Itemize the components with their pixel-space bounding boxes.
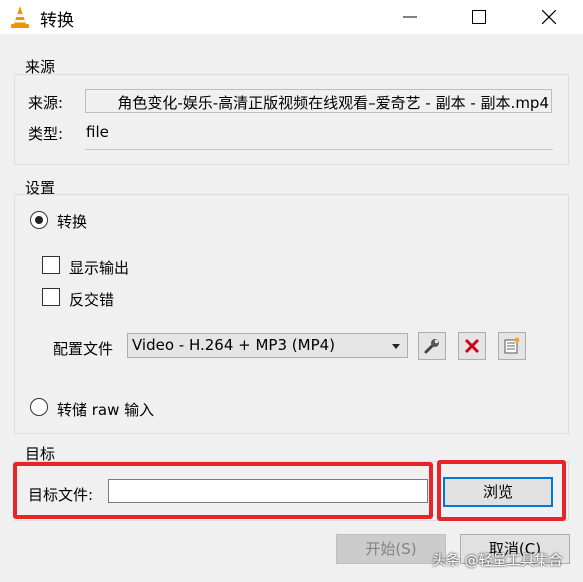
watermark-text: 头条 @轻量工具集合 (432, 553, 563, 569)
source-path-field[interactable]: 角色变化-娱乐-高清正版视频在线观看–爱奇艺 - 副本 - 副本.mp4 (85, 89, 552, 113)
dropdown-arrow-icon (392, 344, 400, 349)
profile-select[interactable]: Video - H.264 + MP3 (MP4) (127, 333, 408, 358)
radio-selected-dot (35, 216, 43, 224)
dump-raw-label: 转储 raw 输入 (57, 401, 155, 419)
delete-x-icon (464, 338, 480, 354)
deinterlace-checkbox[interactable] (42, 288, 60, 306)
wrench-icon (424, 339, 439, 354)
new-profile-button[interactable] (498, 332, 526, 360)
maximize-icon (472, 10, 486, 24)
convert-label: 转换 (57, 213, 88, 231)
new-profile-list-icon (504, 337, 520, 354)
start-button[interactable]: 开始(S) (336, 534, 446, 564)
show-output-checkbox[interactable] (42, 256, 60, 274)
close-button[interactable] (526, 0, 572, 34)
source-group (14, 74, 569, 165)
highlight-browse-box (437, 460, 566, 521)
profile-label: 配置文件 (53, 340, 114, 358)
source-separator (85, 149, 553, 150)
highlight-destination-box (13, 462, 433, 519)
profile-selected-value: Video - H.264 + MP3 (MP4) (132, 336, 336, 354)
settings-group (14, 194, 569, 434)
show-output-label: 显示输出 (69, 259, 130, 277)
title-bar: 转换 (0, 0, 583, 34)
maximize-button[interactable] (456, 0, 502, 34)
settings-group-title: 设置 (25, 179, 56, 197)
delete-profile-button[interactable] (458, 332, 486, 360)
convert-radio[interactable] (30, 211, 48, 229)
edit-profile-button[interactable] (418, 332, 446, 360)
window-title: 转换 (40, 11, 74, 31)
source-path-text: 角色变化-娱乐-高清正版视频在线观看–爱奇艺 - 副本 - 副本.mp4 (117, 94, 549, 112)
dump-raw-radio[interactable] (30, 398, 48, 416)
minimize-icon (403, 16, 417, 18)
deinterlace-label: 反交错 (69, 291, 115, 309)
close-icon (542, 10, 556, 24)
source-group-title: 来源 (25, 58, 56, 76)
minimize-button[interactable] (387, 0, 433, 34)
source-label: 来源: (28, 94, 64, 112)
vlc-cone-icon (11, 6, 29, 28)
type-label: 类型: (28, 125, 64, 143)
destination-group-title: 目标 (25, 445, 56, 463)
type-value: file (86, 123, 109, 141)
